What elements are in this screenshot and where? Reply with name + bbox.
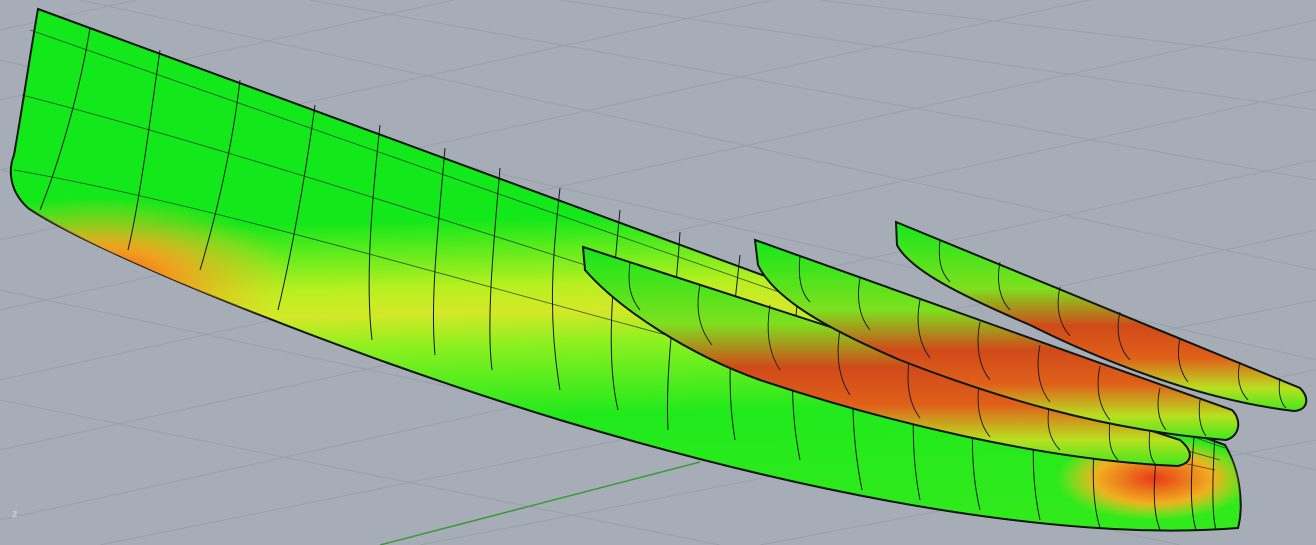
- z-axis-label: z: [12, 509, 18, 520]
- viewport-canvas[interactable]: [0, 0, 1316, 545]
- 3d-viewport[interactable]: z: [0, 0, 1316, 545]
- x-axis-line: [379, 461, 701, 545]
